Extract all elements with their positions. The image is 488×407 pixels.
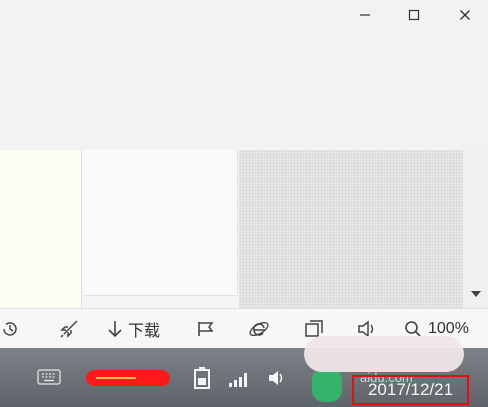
download-icon bbox=[108, 321, 122, 338]
ie-button[interactable] bbox=[248, 317, 270, 341]
minimize-button[interactable] bbox=[340, 0, 390, 30]
app-tray-icon[interactable] bbox=[312, 368, 342, 402]
blur-overlay bbox=[304, 336, 464, 372]
ie-icon bbox=[249, 322, 269, 336]
keyboard-button[interactable] bbox=[36, 368, 62, 386]
redaction-detail bbox=[96, 377, 136, 379]
background-pattern bbox=[239, 150, 463, 308]
keyboard-icon bbox=[37, 369, 61, 385]
rocket-icon bbox=[60, 320, 78, 338]
scroll-down-icon[interactable] bbox=[471, 291, 481, 297]
content-area bbox=[0, 150, 488, 308]
flag-icon bbox=[198, 322, 214, 336]
refresh-icon bbox=[3, 322, 17, 336]
download-button[interactable]: 下载 bbox=[106, 317, 160, 341]
window-titlebar bbox=[0, 0, 488, 150]
close-icon bbox=[460, 10, 470, 20]
accelerate-button[interactable] bbox=[58, 317, 80, 341]
battery-icon bbox=[194, 367, 210, 389]
battery-button[interactable] bbox=[190, 366, 214, 390]
download-label: 下载 bbox=[128, 323, 161, 340]
taskbar-clock-date[interactable]: 2017/12/21 bbox=[352, 375, 469, 405]
network-button[interactable] bbox=[226, 370, 252, 388]
maximize-button[interactable] bbox=[389, 0, 439, 30]
windows-taskbar: aidu.com 2017/12/21 bbox=[0, 336, 488, 407]
signal-icon bbox=[229, 373, 247, 387]
maximize-icon bbox=[408, 9, 420, 21]
volume-button[interactable] bbox=[266, 368, 288, 388]
minimize-icon bbox=[360, 14, 370, 16]
close-button[interactable] bbox=[440, 0, 488, 30]
volume-icon bbox=[269, 371, 283, 385]
refresh-button[interactable] bbox=[0, 317, 20, 341]
page-preview bbox=[83, 150, 238, 296]
left-panel bbox=[0, 150, 82, 308]
flag-button[interactable] bbox=[196, 317, 216, 341]
vertical-scrollbar[interactable] bbox=[463, 150, 488, 308]
